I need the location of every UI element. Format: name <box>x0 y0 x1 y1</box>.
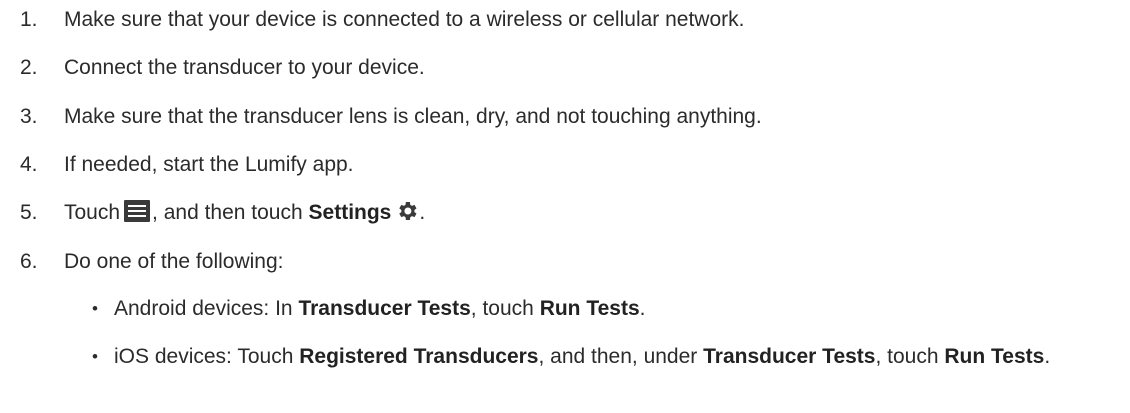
sub-item-text: Android devices: In Transducer Tests, to… <box>114 297 646 320</box>
step-text-end: . <box>419 201 426 224</box>
step-text: Do one of the following: <box>64 250 284 273</box>
step-text-after: , and then touch <box>152 201 303 224</box>
step-number: 2. <box>20 56 38 79</box>
step-text-before: Touch <box>64 201 121 224</box>
menu-icon <box>124 200 151 222</box>
step-number: 3. <box>20 105 38 128</box>
step-number: 1. <box>20 8 38 31</box>
step-text: Touch , and then touch Settings. <box>64 199 425 227</box>
step-text: Make sure that the transducer lens is cl… <box>64 105 762 128</box>
bullet: • <box>92 299 98 318</box>
step-text: If needed, start the Lumify app. <box>64 153 354 176</box>
gear-icon <box>399 202 417 220</box>
settings-label: Settings <box>308 201 392 224</box>
step-number: 5. <box>20 201 38 224</box>
step-number: 4. <box>20 153 38 176</box>
step-text: Make sure that your device is connected … <box>64 8 745 31</box>
step-number: 6. <box>20 250 38 273</box>
step-text: Connect the transducer to your device. <box>64 56 425 79</box>
sub-item-text: iOS devices: Touch Registered Transducer… <box>114 345 1051 368</box>
bullet: • <box>92 347 98 366</box>
